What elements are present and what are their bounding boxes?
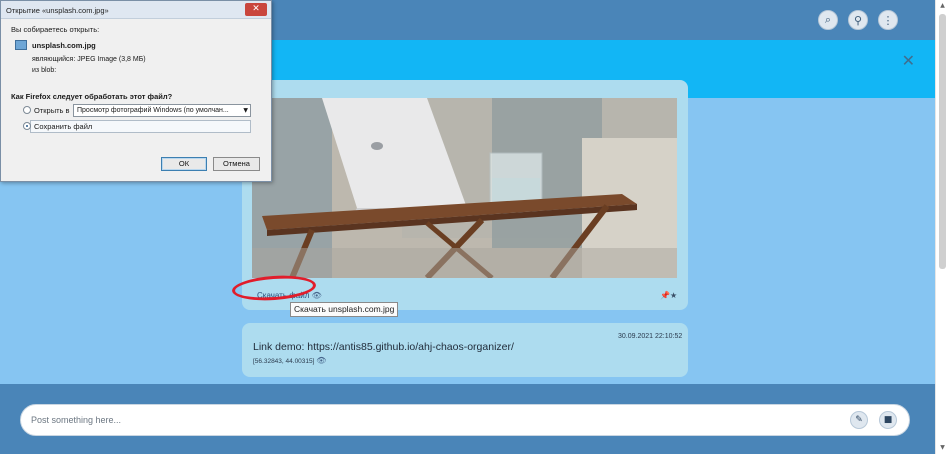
close-icon: ✕ <box>252 4 260 14</box>
message-coords: [56.32843, 44.00315] 👁 <box>253 356 326 365</box>
download-tooltip: Скачать unsplash.com.jpg <box>290 302 399 317</box>
message-text[interactable]: Link demo: https://antis85.github.io/ahj… <box>253 341 514 353</box>
eye-icon: 👁 <box>316 356 327 365</box>
video-camera-icon: ■ <box>883 415 893 425</box>
save-file-radio[interactable] <box>23 122 31 130</box>
page-scrollbar[interactable]: ▲ ▼ <box>935 0 948 454</box>
dialog-titlebar[interactable]: Открытие «unsplash.com.jpg» ✕ <box>1 1 271 19</box>
attach-button[interactable]: ⚲ <box>848 10 868 30</box>
search-button[interactable]: ⌕ <box>818 10 838 30</box>
scroll-down-icon[interactable]: ▼ <box>938 444 947 452</box>
close-icon[interactable]: ✕ <box>902 51 915 70</box>
message-image[interactable] <box>252 98 677 278</box>
open-with-select[interactable]: Просмотр фотографий Windows (по умолчан.… <box>73 104 251 117</box>
star-icon[interactable]: ★ <box>670 291 677 300</box>
scroll-up-icon[interactable]: ▲ <box>938 2 947 10</box>
chevron-down-icon: ▼ <box>243 107 248 114</box>
search-icon: ⌕ <box>824 13 832 26</box>
menu-button[interactable]: ⋮ <box>878 10 898 30</box>
save-file-label[interactable]: Сохранить файл <box>34 122 92 131</box>
composer-bar: ✎ ■ <box>0 384 935 454</box>
file-type: являющийся: JPEG Image (3,8 МБ) <box>32 56 146 63</box>
open-with-label[interactable]: Открыть в <box>34 106 70 115</box>
video-button[interactable]: ■ <box>879 411 897 429</box>
file-source: из blob: <box>32 67 57 74</box>
more-vertical-icon: ⋮ <box>882 13 894 27</box>
coords-value: [56.32843, 44.00315] <box>253 358 315 365</box>
open-with-radio[interactable] <box>23 106 31 114</box>
microphone-button[interactable]: ✎ <box>850 411 868 429</box>
open-with-app: Просмотр фотографий Windows (по умолчан.… <box>77 107 229 114</box>
post-input[interactable] <box>20 404 910 436</box>
eye-icon: 👁 <box>311 291 322 300</box>
message-timestamp: 30.09.2021 22:10:52 <box>618 333 683 340</box>
scroll-thumb[interactable] <box>939 14 946 269</box>
dialog-question: Как Firefox следует обработать этот файл… <box>11 92 173 101</box>
file-name: unsplash.com.jpg <box>32 41 96 50</box>
cancel-button[interactable]: Отмена <box>213 157 260 171</box>
dialog-close-button[interactable]: ✕ <box>245 3 267 16</box>
laptop-photo <box>252 98 677 278</box>
pin-icon[interactable]: 📌 <box>660 291 670 300</box>
paperclip-icon: ⚲ <box>853 13 863 27</box>
dialog-intro: Вы собираетесь открыть: <box>11 25 100 34</box>
file-open-dialog: Открытие «unsplash.com.jpg» ✕ Вы собирае… <box>0 0 272 182</box>
microphone-icon: ✎ <box>855 415 863 425</box>
ok-button[interactable]: ОК <box>161 157 207 171</box>
image-file-icon <box>15 40 27 50</box>
dialog-title: Открытие «unsplash.com.jpg» <box>6 6 109 15</box>
